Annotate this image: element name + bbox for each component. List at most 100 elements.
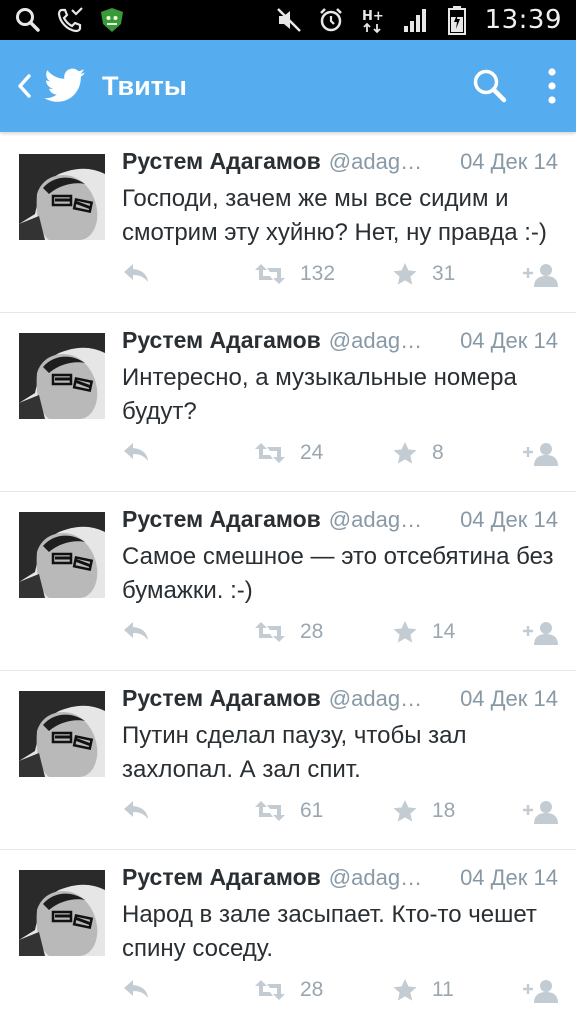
reply-icon (124, 622, 148, 640)
retweet-count: 28 (300, 978, 324, 1001)
overflow-menu-icon (548, 68, 556, 104)
favorite-count: 11 (432, 978, 454, 1001)
tweet-text: Интересно, а музыкальные номера будут? (122, 364, 517, 425)
author-handle: @adaga… (328, 328, 425, 353)
tweet[interactable]: Рустем Адагамов @adaga… 04 Дек 14 Путин … (0, 671, 576, 850)
tweet-actions: 28 11 (122, 966, 558, 1024)
follow-button[interactable] (522, 799, 558, 825)
retweet-count: 132 (300, 262, 336, 285)
reply-button[interactable] (122, 262, 150, 284)
add-user-icon (523, 622, 558, 645)
tweet-content: Рустем Адагамов @adaga… 04 Дек 14 Интере… (122, 327, 558, 491)
tweet-header: Рустем Адагамов @adaga… 04 Дек 14 (122, 506, 558, 538)
svg-text:H+: H+ (362, 9, 384, 24)
retweet-button[interactable]: 24 (254, 441, 323, 465)
author-name[interactable]: Рустем Адагамов (122, 327, 321, 354)
avatar[interactable] (19, 333, 105, 419)
tweet-date: 04 Дек 14 (460, 149, 558, 174)
tweet-date: 04 Дек 14 (460, 507, 558, 532)
reply-button[interactable] (122, 978, 150, 1000)
reply-icon (124, 264, 148, 282)
tweet-text: Народ в зале засыпает. Кто-то чешет спин… (122, 901, 537, 962)
retweet-count: 61 (300, 799, 324, 822)
tweet-actions: 132 31 (122, 250, 558, 312)
follow-button[interactable] (522, 262, 558, 288)
retweet-icon (255, 801, 285, 821)
avatar[interactable] (19, 870, 105, 956)
status-left (14, 6, 126, 34)
avatar[interactable] (19, 154, 105, 240)
tweet-header: Рустем Адагамов @adaga… 04 Дек 14 (122, 148, 558, 180)
search-button[interactable] (466, 62, 514, 110)
retweet-button[interactable]: 28 (254, 620, 323, 644)
twitter-bird-icon (44, 66, 88, 106)
author-name[interactable]: Рустем Адагамов (122, 864, 321, 891)
tweet[interactable]: Рустем Адагамов @adaga… 04 Дек 14 Господ… (0, 134, 576, 313)
tweet-text: Господи, зачем же мы все сидим и смотрим… (122, 185, 547, 246)
tweet-content: Рустем Адагамов @adaga… 04 Дек 14 Путин … (122, 685, 558, 849)
star-icon (393, 263, 417, 285)
follow-button[interactable] (522, 978, 558, 1004)
favorite-button[interactable]: 11 (392, 978, 454, 1002)
retweet-button[interactable]: 28 (254, 978, 323, 1002)
avatar[interactable] (19, 512, 105, 598)
follow-button[interactable] (522, 441, 558, 467)
reply-icon (124, 443, 148, 461)
tweet-actions: 61 18 (122, 787, 558, 849)
search-icon (14, 6, 42, 34)
back-icon (18, 74, 31, 98)
overflow-menu-button[interactable] (538, 62, 566, 110)
reply-button[interactable] (122, 799, 150, 821)
star-icon (393, 800, 417, 822)
tweet-date: 04 Дек 14 (460, 328, 558, 353)
star-icon (393, 442, 417, 464)
tweet-header: Рустем Адагамов @adaga… 04 Дек 14 (122, 327, 558, 359)
hplus-data-icon: H+ (359, 6, 387, 34)
author-handle: @adaga… (328, 507, 425, 532)
favorite-button[interactable]: 8 (392, 441, 444, 465)
tweet-content: Рустем Адагамов @adaga… 04 Дек 14 Народ … (122, 864, 558, 1024)
retweet-icon (255, 980, 285, 1000)
tweet[interactable]: Рустем Адагамов @adaga… 04 Дек 14 Интере… (0, 313, 576, 492)
retweet-icon (255, 622, 285, 642)
tweet[interactable]: Рустем Адагамов @adaga… 04 Дек 14 Самое … (0, 492, 576, 671)
add-user-icon (523, 980, 558, 1003)
author-name[interactable]: Рустем Адагамов (122, 685, 321, 712)
alarm-icon (317, 6, 345, 34)
avatar[interactable] (19, 691, 105, 777)
tweet-actions: 28 14 (122, 608, 558, 670)
retweet-icon (255, 264, 285, 284)
favorite-count: 8 (432, 441, 444, 464)
add-user-icon (523, 801, 558, 824)
back-button[interactable] (10, 66, 38, 106)
mute-icon (275, 6, 303, 34)
tweet-date: 04 Дек 14 (460, 686, 558, 711)
app-bar: Твиты (0, 40, 576, 132)
favorite-button[interactable]: 18 (392, 799, 455, 823)
signal-icon (401, 6, 429, 34)
favorite-button[interactable]: 14 (392, 620, 455, 644)
retweet-count: 24 (300, 441, 324, 464)
favorite-count: 31 (432, 262, 456, 285)
favorite-count: 14 (432, 620, 456, 643)
status-bar: H+ 13:39 (0, 0, 576, 40)
tweet-header: Рустем Адагамов @adaga… 04 Дек 14 (122, 685, 558, 717)
favorite-button[interactable]: 31 (392, 262, 455, 286)
battery-icon (443, 6, 471, 35)
star-icon (393, 621, 417, 643)
add-user-icon (523, 443, 558, 466)
page-title: Твиты (102, 70, 187, 101)
retweet-button[interactable]: 61 (254, 799, 323, 823)
tweet[interactable]: Рустем Адагамов @adaga… 04 Дек 14 Народ … (0, 850, 576, 1024)
missed-call-icon (56, 6, 84, 34)
follow-button[interactable] (522, 620, 558, 646)
retweet-button[interactable]: 132 (254, 262, 335, 286)
star-icon (393, 979, 417, 1001)
reply-button[interactable] (122, 620, 150, 642)
author-handle: @adaga… (328, 865, 425, 890)
shield-app-icon (98, 6, 126, 34)
reply-icon (124, 801, 148, 819)
author-name[interactable]: Рустем Адагамов (122, 506, 321, 533)
author-name[interactable]: Рустем Адагамов (122, 148, 321, 175)
reply-button[interactable] (122, 441, 150, 463)
